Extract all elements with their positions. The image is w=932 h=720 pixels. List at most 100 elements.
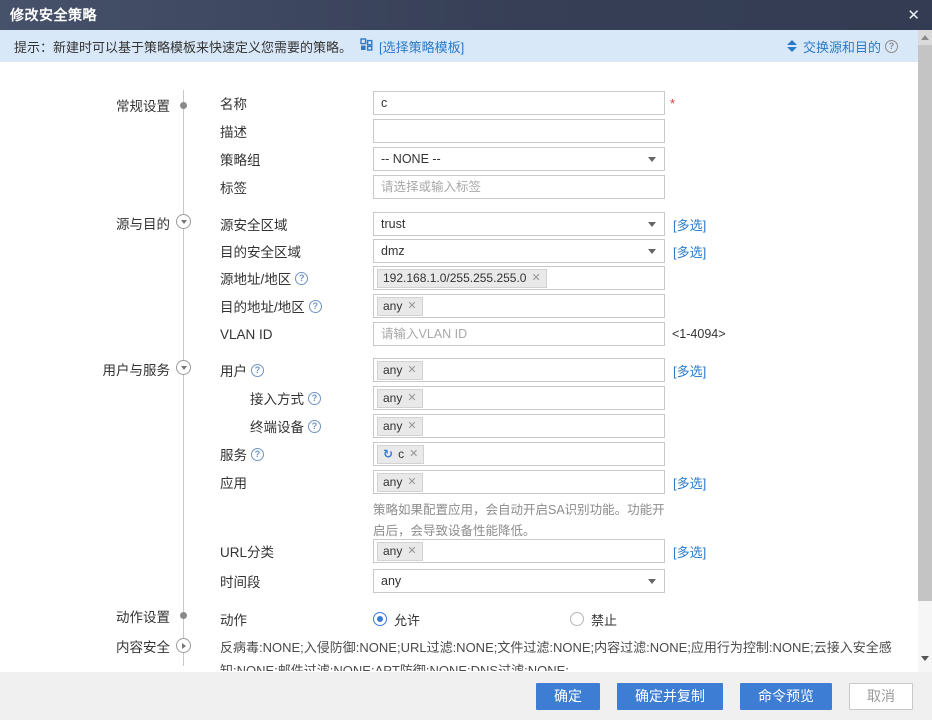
access-mode-label-text: 接入方式 — [250, 388, 304, 408]
cancel-button[interactable]: 取消 — [849, 683, 913, 710]
command-preview-button[interactable]: 命令预览 — [740, 683, 832, 710]
user-tagbox[interactable]: any ✕ — [373, 358, 665, 382]
time-range-label: 时间段 — [220, 571, 373, 591]
ok-button[interactable]: 确定 — [536, 683, 600, 710]
allow-radio[interactable] — [373, 612, 387, 626]
vlan-label: VLAN ID — [220, 327, 373, 342]
url-category-row: URL分类 any ✕ [多选] — [220, 539, 706, 563]
terminal-label-text: 终端设备 — [250, 416, 304, 436]
terminal-tagbox[interactable]: any ✕ — [373, 414, 665, 438]
time-range-select[interactable]: any — [373, 569, 665, 593]
close-icon[interactable]: ✕ — [907, 8, 920, 23]
application-note: 策略如果配置应用，会自动开启SA识别功能。功能开启后，会导致设备性能降低。 — [373, 500, 675, 542]
remove-tag-icon[interactable]: ✕ — [407, 363, 416, 378]
dst-zone-label: 目的安全区域 — [220, 241, 373, 261]
help-icon[interactable]: ? — [885, 40, 898, 53]
section-general-dot — [180, 102, 187, 109]
help-icon[interactable]: ? — [309, 300, 322, 313]
allow-radio-label[interactable]: 允许 — [394, 610, 420, 629]
access-mode-tagbox[interactable]: any ✕ — [373, 386, 665, 410]
application-tagbox[interactable]: any ✕ — [373, 470, 665, 494]
url-category-multi-link[interactable]: [多选] — [673, 542, 706, 561]
src-addr-row: 源地址/地区 ? 192.168.1.0/255.255.255.0 ✕ — [220, 266, 665, 290]
vertical-scrollbar[interactable] — [918, 30, 932, 672]
access-mode-row: 接入方式 ? any ✕ — [220, 386, 665, 410]
src-zone-value: trust — [381, 217, 405, 231]
service-chip-text: c — [398, 447, 404, 462]
section-content-security: 内容安全 — [0, 636, 170, 656]
help-icon[interactable]: ? — [251, 364, 264, 377]
swap-label: 交换源和目的 — [803, 37, 881, 56]
src-zone-row: 源安全区域 trust [多选] — [220, 212, 706, 236]
action-label: 动作 — [220, 609, 373, 629]
dst-addr-row: 目的地址/地区 ? any ✕ — [220, 294, 665, 318]
scrollbar-thumb[interactable] — [918, 45, 932, 601]
section-user-service-collapse-icon[interactable] — [176, 360, 191, 375]
terminal-row: 终端设备 ? any ✕ — [220, 414, 665, 438]
section-source-dest-collapse-icon[interactable] — [176, 214, 191, 229]
user-chip-text: any — [383, 363, 402, 378]
remove-tag-icon[interactable]: ✕ — [407, 391, 416, 406]
terminal-chip: any ✕ — [377, 417, 423, 436]
policy-group-select[interactable]: -- NONE -- — [373, 147, 665, 171]
dst-zone-row: 目的安全区域 dmz [多选] — [220, 239, 706, 263]
src-zone-select[interactable]: trust — [373, 212, 665, 236]
service-tagbox[interactable]: ↻ c ✕ — [373, 442, 665, 466]
src-addr-label: 源地址/地区 ? — [220, 268, 373, 288]
section-user-service: 用户与服务 — [0, 359, 170, 379]
scroll-up-icon[interactable] — [918, 30, 932, 45]
terminal-chip-text: any — [383, 419, 402, 434]
src-addr-tagbox[interactable]: 192.168.1.0/255.255.255.0 ✕ — [373, 266, 665, 290]
remove-tag-icon[interactable]: ✕ — [407, 299, 416, 314]
application-chip: any ✕ — [377, 473, 423, 492]
user-multi-link[interactable]: [多选] — [673, 361, 706, 380]
dst-addr-label-text: 目的地址/地区 — [220, 296, 305, 316]
help-icon[interactable]: ? — [295, 272, 308, 285]
time-range-row: 时间段 any — [220, 569, 665, 593]
tag-input[interactable] — [373, 175, 665, 199]
src-zone-multi-link[interactable]: [多选] — [673, 215, 706, 234]
dialog-footer: 确定 确定并复制 命令预览 取消 — [0, 672, 932, 720]
dst-zone-value: dmz — [381, 244, 405, 258]
user-row: 用户 ? any ✕ [多选] — [220, 358, 706, 382]
deny-radio-label[interactable]: 禁止 — [591, 610, 617, 629]
dst-zone-select[interactable]: dmz — [373, 239, 665, 263]
scroll-down-icon[interactable] — [919, 648, 931, 666]
chevron-down-icon — [648, 249, 656, 254]
help-icon[interactable]: ? — [308, 420, 321, 433]
required-asterisk: * — [670, 96, 675, 111]
section-content-expand-icon[interactable] — [176, 638, 191, 653]
vlan-input[interactable] — [373, 322, 665, 346]
deny-radio[interactable] — [570, 612, 584, 626]
description-input[interactable] — [373, 119, 665, 143]
vlan-row: VLAN ID <1-4094> — [220, 322, 726, 346]
select-policy-template-link[interactable]: [选择策略模板] — [379, 37, 464, 56]
remove-tag-icon[interactable]: ✕ — [531, 271, 540, 286]
chevron-down-icon — [648, 579, 656, 584]
description-row: 描述 — [220, 119, 665, 143]
application-chip-text: any — [383, 475, 402, 490]
remove-tag-icon[interactable]: ✕ — [407, 475, 416, 490]
remove-tag-icon[interactable]: ✕ — [407, 419, 416, 434]
src-addr-chip-text: 192.168.1.0/255.255.255.0 — [383, 271, 526, 286]
ok-and-copy-button[interactable]: 确定并复制 — [617, 683, 723, 710]
terminal-label: 终端设备 ? — [250, 416, 373, 436]
remove-tag-icon[interactable]: ✕ — [407, 544, 416, 559]
policy-group-value: -- NONE -- — [381, 152, 441, 166]
application-label: 应用 — [220, 472, 373, 492]
help-icon[interactable]: ? — [251, 448, 264, 461]
dst-zone-multi-link[interactable]: [多选] — [673, 242, 706, 261]
url-category-tagbox[interactable]: any ✕ — [373, 539, 665, 563]
user-chip: any ✕ — [377, 361, 423, 380]
help-icon[interactable]: ? — [308, 392, 321, 405]
hint-bar: 提示：新建时可以基于策略模板来快速定义您需要的策略。 [选择策略模板] 交换源和… — [0, 30, 918, 62]
name-row: 名称 * — [220, 91, 675, 115]
access-mode-chip: any ✕ — [377, 389, 423, 408]
dst-addr-tagbox[interactable]: any ✕ — [373, 294, 665, 318]
swap-source-dest[interactable]: 交换源和目的 ? — [787, 37, 898, 56]
name-input[interactable] — [373, 91, 665, 115]
template-icon — [360, 38, 373, 54]
application-multi-link[interactable]: [多选] — [673, 473, 706, 492]
tag-label: 标签 — [220, 177, 373, 197]
remove-tag-icon[interactable]: ✕ — [409, 447, 418, 462]
